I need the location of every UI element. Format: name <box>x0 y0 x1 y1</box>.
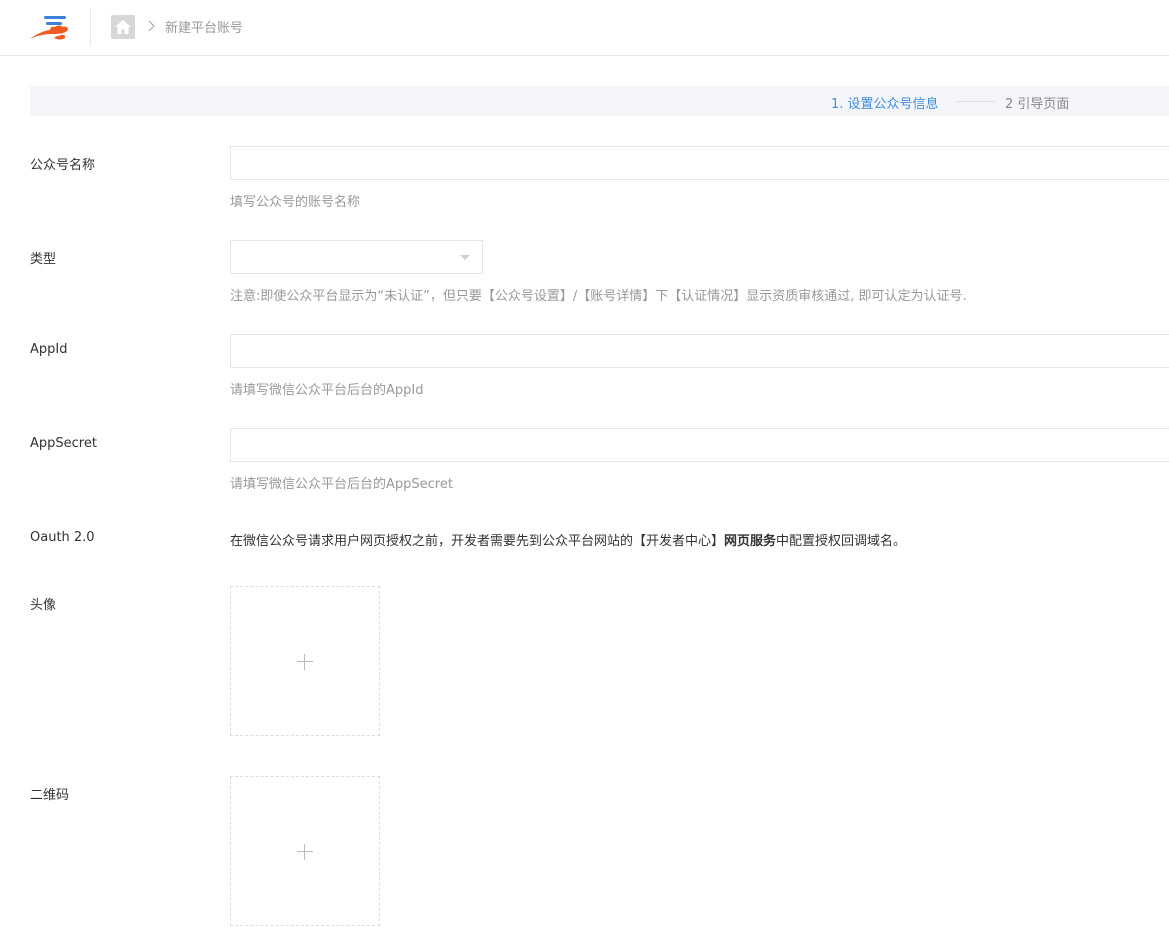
name-hint: 填写公众号的账号名称 <box>230 195 361 210</box>
qrcode-upload[interactable] <box>230 776 380 926</box>
header-divider <box>90 8 91 46</box>
type-label: 类型 <box>30 252 57 267</box>
name-label: 公众号名称 <box>30 158 96 173</box>
appid-input[interactable] <box>230 334 1169 368</box>
step-1-active[interactable]: 1. 设置公众号信息 <box>831 93 939 112</box>
oauth-text-before: 在微信公众号请求用户网页授权之前，开发者需要先到公众平台网站的【开发者中心】 <box>230 534 725 549</box>
avatar-label: 头像 <box>30 598 57 613</box>
appsecret-hint: 请填写微信公众平台后台的AppSecret <box>230 477 453 492</box>
oauth-label: Oauth 2.0 <box>30 530 95 545</box>
oauth-text-after: 中配置授权回调域名。 <box>776 534 907 549</box>
plus-icon-vertical <box>304 654 305 670</box>
plus-icon <box>297 661 313 662</box>
appsecret-label: AppSecret <box>30 436 97 451</box>
avatar-upload[interactable] <box>230 586 380 736</box>
plus-icon-vertical <box>304 844 305 860</box>
appid-hint: 请填写微信公众平台后台的AppId <box>230 383 424 398</box>
type-hint: 注意:即使公众平台显示为“未认证”，但只要【公众号设置】/【账号详情】下【认证情… <box>230 289 967 304</box>
caret-down-icon <box>460 255 470 260</box>
breadcrumb-current: 新建平台账号 <box>165 21 244 36</box>
steps-bar: 1. 设置公众号信息 2 引导页面 <box>30 86 1169 116</box>
appid-label: AppId <box>30 342 68 357</box>
type-select[interactable] <box>230 240 483 274</box>
cloud-logo-icon[interactable] <box>28 12 72 46</box>
chevron-right-icon <box>146 18 158 34</box>
step-connector <box>955 101 995 102</box>
plus-icon <box>297 851 313 852</box>
oauth-text-bold: 网页服务 <box>724 534 777 549</box>
name-input[interactable] <box>230 146 1169 180</box>
appsecret-input[interactable] <box>230 428 1169 462</box>
top-bar: 新建平台账号 <box>0 0 1169 56</box>
step-2[interactable]: 2 引导页面 <box>1005 93 1069 112</box>
oauth-description: 在微信公众号请求用户网页授权之前，开发者需要先到公众平台网站的【开发者中心】网页… <box>230 530 906 549</box>
home-icon[interactable] <box>111 15 135 39</box>
qrcode-label: 二维码 <box>30 788 70 803</box>
